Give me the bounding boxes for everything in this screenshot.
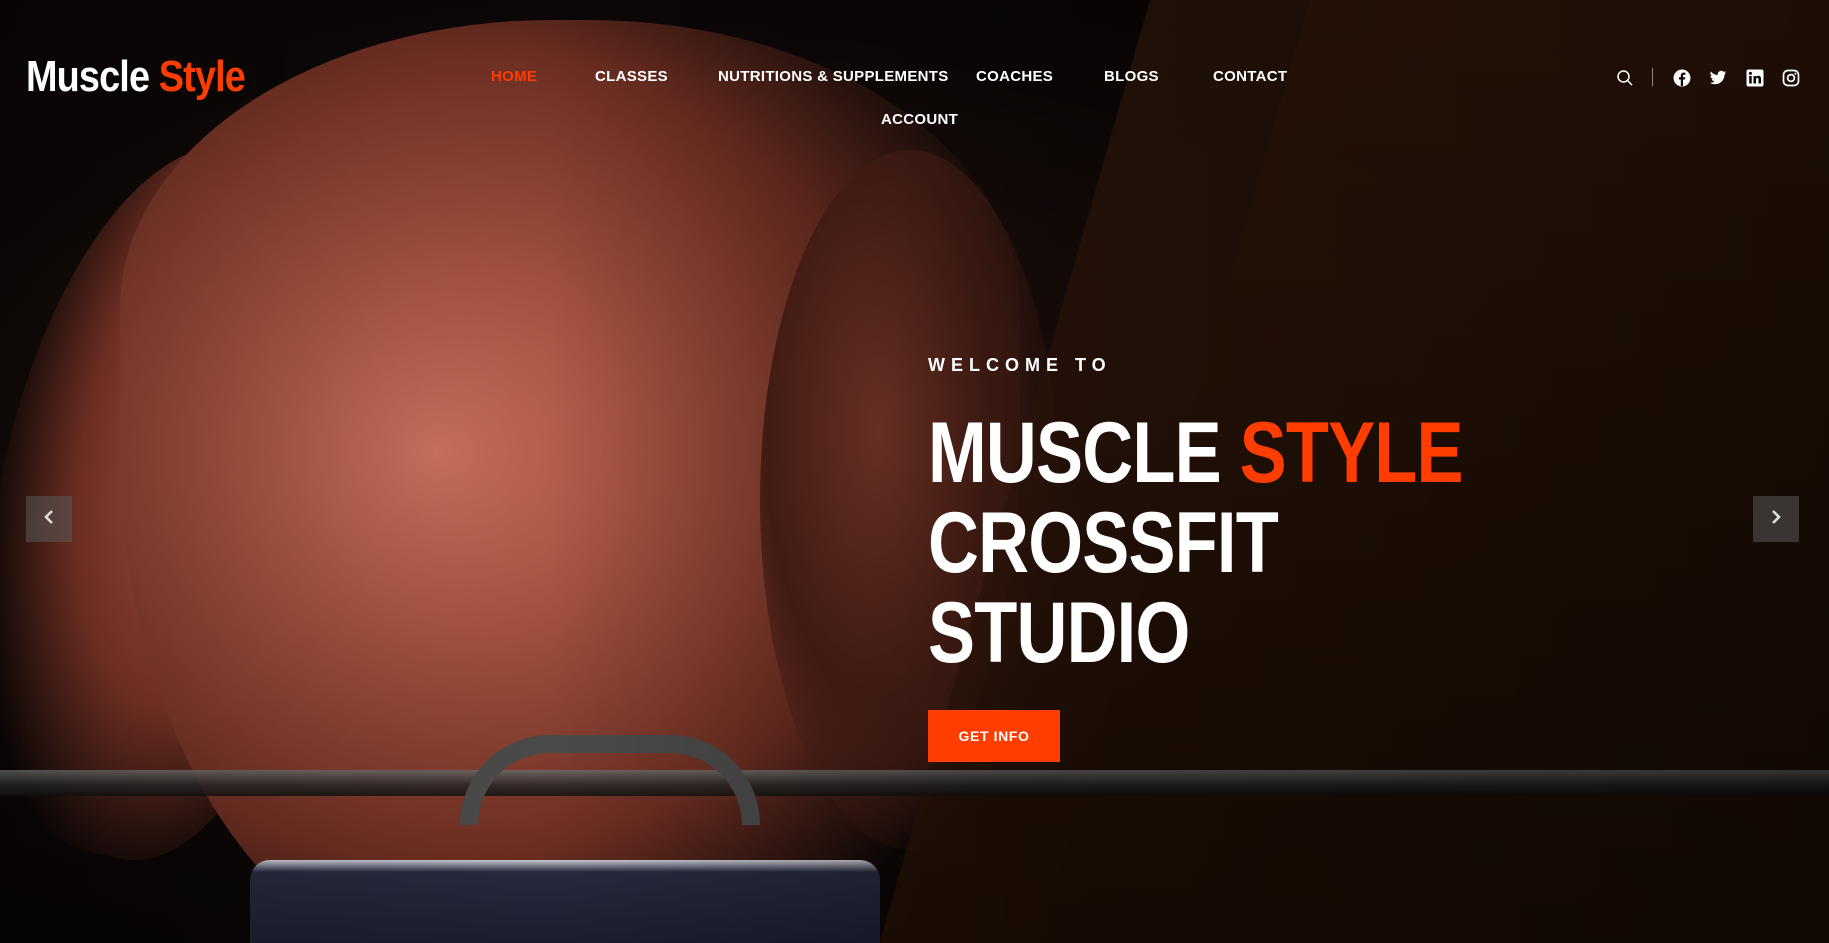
chevron-left-icon [43, 509, 55, 530]
nav-item-nutritions-supplements[interactable]: NUTRITIONS & SUPPLEMENTS [718, 68, 949, 85]
nav-item-account[interactable]: ACCOUNT [881, 111, 958, 128]
headline-line3: STUDIO [928, 585, 1190, 681]
headline-line2: CROSSFIT [928, 495, 1279, 591]
twitter-icon[interactable] [1708, 68, 1728, 88]
headline-line1-white: MUSCLE [928, 405, 1222, 501]
hero-eyebrow: WELCOME TO [928, 355, 1112, 375]
nav-item-classes[interactable]: CLASSES [595, 68, 668, 85]
nav-item-home[interactable]: HOME [491, 68, 537, 85]
nav-item-contact[interactable]: CONTACT [1213, 68, 1287, 85]
main-nav: HOME CLASSES NUTRITIONS & SUPPLEMENTS CO… [0, 64, 1829, 134]
linkedin-icon[interactable] [1745, 68, 1765, 88]
header-divider [1652, 68, 1653, 86]
slider-prev-button[interactable] [26, 496, 72, 542]
facebook-icon[interactable] [1672, 68, 1692, 88]
nav-item-coaches[interactable]: COACHES [976, 68, 1053, 85]
headline-line1-accent: STYLE [1239, 405, 1464, 501]
hero-headline: MUSCLE STYLE CROSSFIT STUDIO [928, 405, 1464, 681]
nav-item-blogs[interactable]: BLOGS [1104, 68, 1159, 85]
site-header: Muscle Style HOME CLASSES NUTRITIONS & S… [0, 0, 1829, 140]
chevron-right-icon [1770, 509, 1782, 530]
get-info-button[interactable]: GET INFO [928, 710, 1060, 762]
instagram-icon[interactable] [1781, 68, 1801, 88]
hero-content: WELCOME TO MUSCLE STYLE CROSSFIT STUDIO [928, 355, 1580, 678]
slider-next-button[interactable] [1753, 496, 1799, 542]
search-icon[interactable] [1615, 68, 1635, 88]
